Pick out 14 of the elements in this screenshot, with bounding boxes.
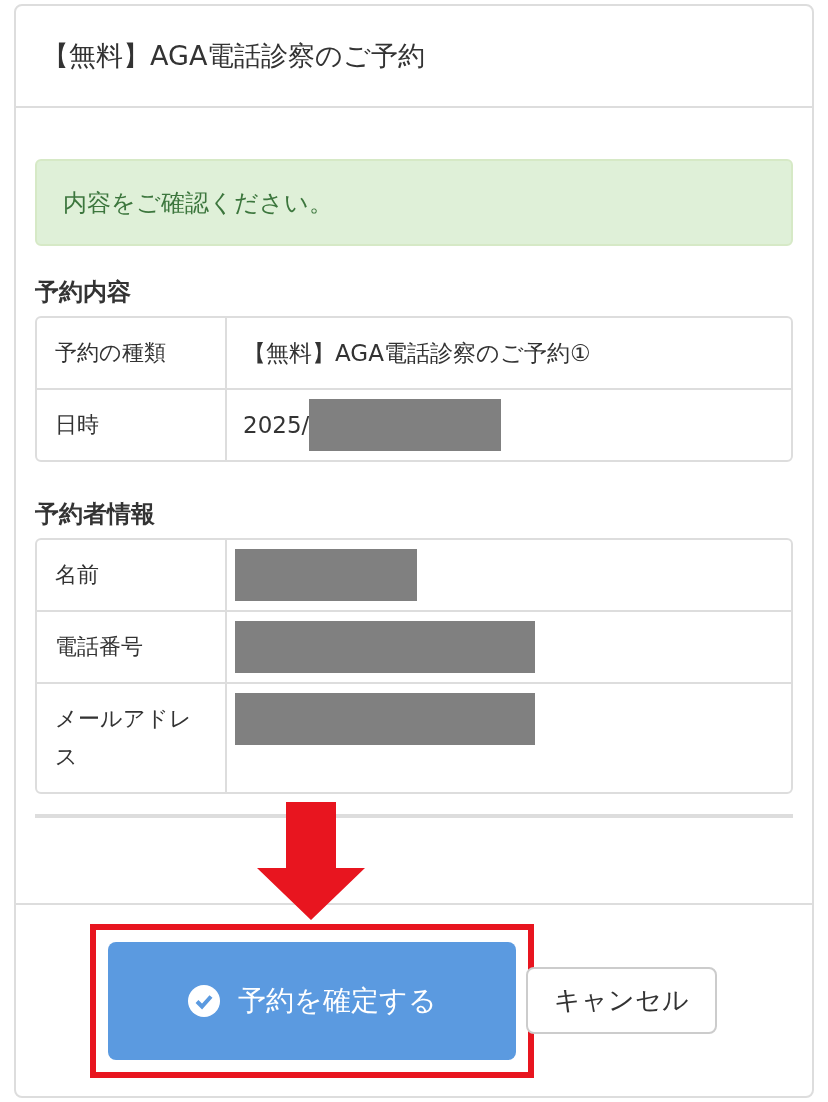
cancel-button[interactable]: キャンセル [526, 967, 717, 1034]
row-label: メールアドレス [55, 706, 192, 769]
alert-message: 内容をご確認ください。 [63, 187, 333, 219]
down-arrow-icon [257, 802, 365, 920]
section-heading: 予約内容 [35, 277, 132, 308]
row-label: 日時 [55, 412, 99, 437]
check-circle-icon [187, 984, 220, 1017]
row-value: 2025/ [242, 410, 310, 440]
section-heading: 予約者情報 [35, 499, 156, 530]
dialog-title: 【無料】AGA電話診察のご予約 [42, 38, 426, 73]
row-label: 予約の種類 [55, 340, 166, 365]
row-label: 名前 [55, 562, 99, 587]
row-value: 【無料】AGA電話診察のご予約① [242, 338, 591, 368]
row-label: 電話番号 [55, 634, 143, 659]
